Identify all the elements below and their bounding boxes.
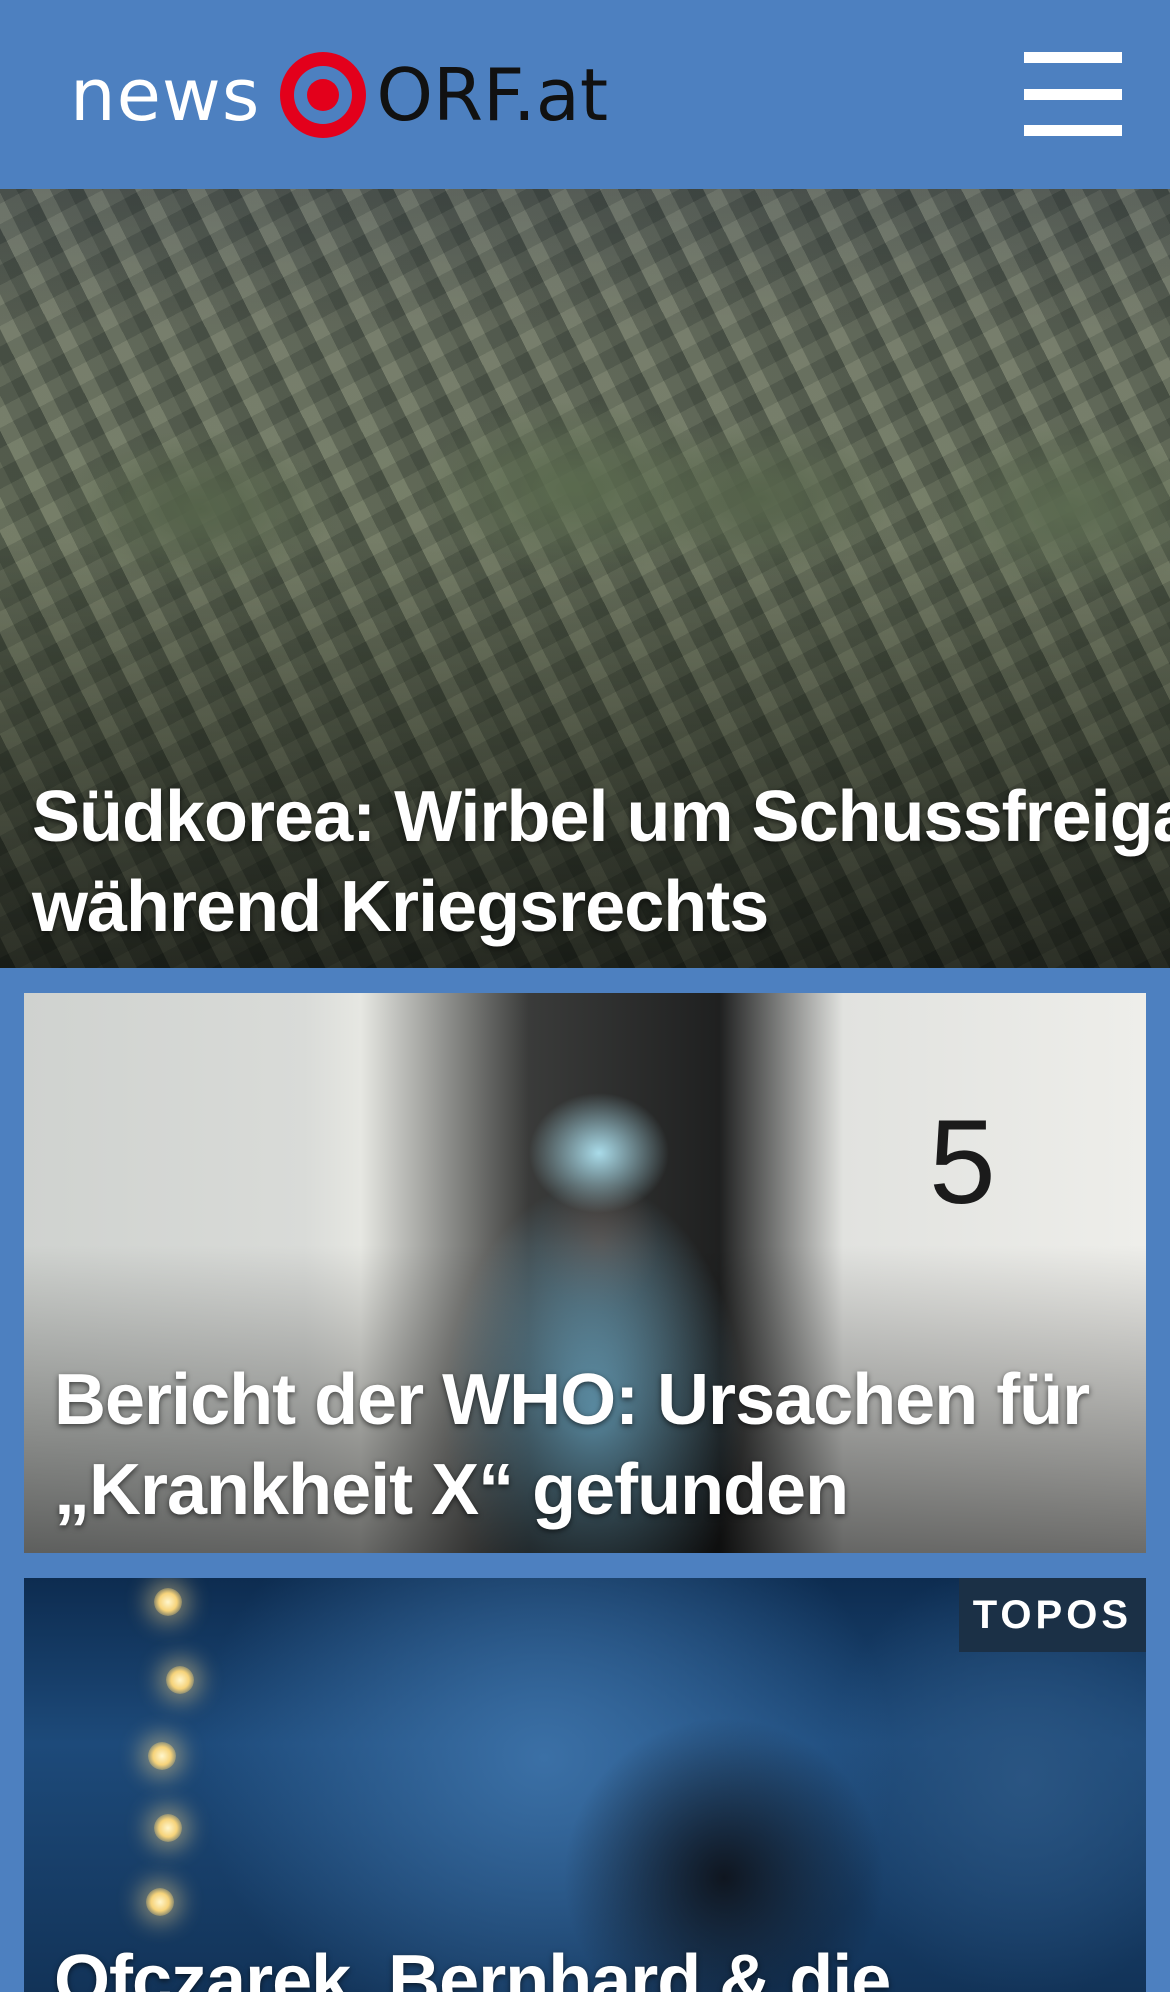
menu-bar [1024,88,1122,100]
logo-orf-text: ORF.at [376,53,609,137]
teaser-title-line: während Kriegsrechts [32,867,769,947]
stage-light [154,1814,182,1842]
stage-light [154,1588,182,1616]
teaser-title[interactable]: Südkorea: Wirbel um Schussfreigabe währe… [32,772,1170,952]
teaser-suedkorea[interactable]: Südkorea: Wirbel um Schussfreigabe währe… [0,189,1170,968]
stage-light [166,1666,194,1694]
teaser-title-line: Ofczarek, Bernhard & die [54,1941,891,1992]
hamburger-menu-icon[interactable] [1024,52,1122,136]
topos-badge: TOPOS [958,1578,1146,1652]
teaser-who[interactable]: 5 Bericht der WHO: Ursachen für „Krankhe… [24,993,1146,1553]
stage-light [146,1888,174,1916]
orf-logo-icon [280,52,367,138]
teaser-topos[interactable]: TOPOS Ofczarek, Bernhard & die [24,1578,1146,1992]
menu-bar [1024,125,1122,136]
logo-news-text: news [70,53,261,137]
teaser-title-line: Bericht der WHO: Ursachen für [54,1360,1090,1440]
news-orf-logo[interactable]: news ORF.at [70,50,608,140]
teaser-title-line: „Krankheit X“ gefunden [54,1450,849,1530]
page: news ORF.at Südkorea: Wirbel um Schussfr… [0,0,1170,1992]
teaser-title[interactable]: Bericht der WHO: Ursachen für „Krankheit… [54,1355,1090,1535]
stage-light [148,1742,176,1770]
header: news ORF.at [0,0,1170,189]
tent-number: 5 [929,1095,996,1229]
menu-bar [1024,52,1122,63]
teaser-title[interactable]: Ofczarek, Bernhard & die [54,1936,891,1992]
teaser-title-line: Südkorea: Wirbel um Schussfreigabe [32,777,1170,857]
